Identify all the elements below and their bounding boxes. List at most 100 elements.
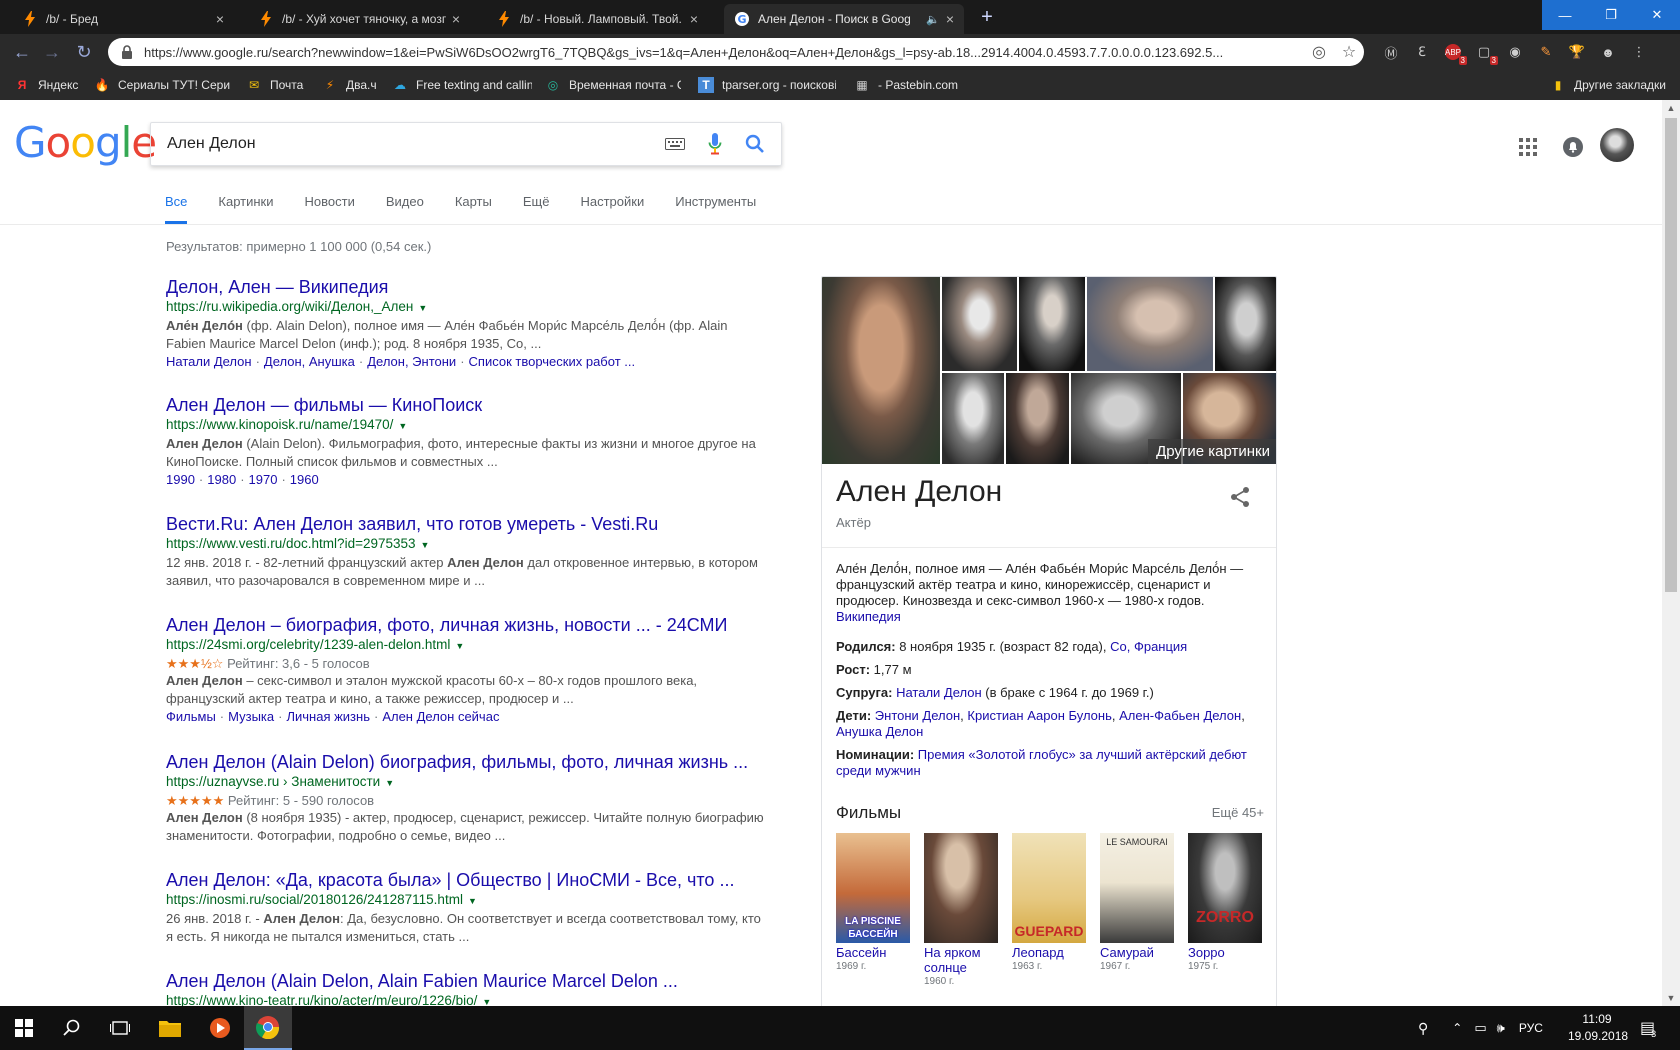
media-player-icon[interactable] <box>196 1006 244 1050</box>
page-scrollbar[interactable]: ▲ ▼ <box>1662 100 1680 1006</box>
sitelink[interactable]: Делон, Анушка <box>264 354 355 369</box>
result-title[interactable]: Ален Делон: «Да, красота была» | Обществ… <box>166 869 766 891</box>
dropdown-arrow-icon[interactable]: ▼ <box>482 997 491 1006</box>
scroll-up-arrow-icon[interactable]: ▲ <box>1662 100 1680 116</box>
result-title[interactable]: Ален Делон — фильмы — КиноПоиск <box>166 394 766 416</box>
tab-all[interactable]: Все <box>165 184 188 224</box>
account-avatar[interactable] <box>1600 128 1634 162</box>
film-poster[interactable]: LE SAMOURAI <box>1100 833 1174 943</box>
share-icon[interactable] <box>1229 486 1251 508</box>
tab-active[interactable]: G Ален Делон - Поиск в Goog 🔈 × <box>724 4 964 34</box>
sitelink[interactable]: Делон, Энтони <box>367 354 456 369</box>
keyboard-icon[interactable] <box>661 130 689 158</box>
network-icon[interactable]: ▭ <box>1474 1020 1486 1036</box>
sitelink[interactable]: Натали Делон <box>166 354 252 369</box>
extension-trophy-icon[interactable]: 🏆 <box>1566 42 1588 62</box>
bookmark-serials[interactable]: 🔥 Сериалы ТУТ! Сериа <box>94 76 230 94</box>
fact-link[interactable]: Энтони Делон <box>875 708 960 723</box>
tab-3[interactable]: /b/ - Новый. Ламповый. Твой. Б × <box>486 4 708 34</box>
search-input[interactable]: Ален Делон <box>151 135 661 153</box>
bookmark-mail[interactable]: ✉ Почта <box>246 76 316 94</box>
tab-2[interactable]: /b/ - Хуй хочет тяночку, а мозг × <box>248 4 470 34</box>
notifications-bell-icon[interactable] <box>1562 136 1584 158</box>
result-title[interactable]: Ален Делон (Alain Delon, Alain Fabien Ma… <box>166 970 766 992</box>
location-icon[interactable]: ◎ <box>1310 43 1328 61</box>
task-view-icon[interactable] <box>96 1006 144 1050</box>
google-logo[interactable]: Google <box>14 118 157 167</box>
url-text[interactable]: https://www.google.ru/search?newwindow=1… <box>144 45 1304 60</box>
tab-1[interactable]: /b/ - Бред × <box>12 4 234 34</box>
result-title[interactable]: Вести.Ru: Ален Делон заявил, что готов у… <box>166 513 766 535</box>
film-poster[interactable]: ZORRO <box>1188 833 1262 943</box>
apps-grid-icon[interactable] <box>1518 137 1538 157</box>
dropdown-arrow-icon[interactable]: ▼ <box>418 303 427 313</box>
extension-paint-icon[interactable]: ✎ <box>1535 42 1557 62</box>
film-poster[interactable]: LA PISCINE БАССЕЙН <box>836 833 910 943</box>
sitelink[interactable]: 1980 <box>207 472 236 487</box>
reload-icon[interactable]: ↻ <box>74 42 94 62</box>
film-name[interactable]: Зорро <box>1188 945 1262 960</box>
photo[interactable] <box>1215 277 1276 371</box>
chrome-icon[interactable] <box>244 1006 292 1050</box>
fact-link[interactable]: Натали Делон <box>896 685 982 700</box>
sitelink[interactable]: Личная жизнь <box>286 709 370 724</box>
notification-center[interactable]: ▤ 3 <box>1640 1006 1656 1050</box>
photo[interactable] <box>1087 277 1213 371</box>
tab-images[interactable]: Картинки <box>218 184 273 224</box>
windows-start-icon[interactable] <box>0 1006 48 1050</box>
photo[interactable] <box>942 277 1017 371</box>
scroll-down-arrow-icon[interactable]: ▼ <box>1662 990 1680 1006</box>
film-poster[interactable] <box>924 833 998 943</box>
film-card[interactable]: LA PISCINE БАССЕЙН Бассейн 1969 г. <box>836 833 910 973</box>
search-box[interactable]: Ален Делон <box>150 122 782 166</box>
result-title[interactable]: Делон, Ален — Википедия <box>166 276 766 298</box>
volume-icon[interactable]: 🕪 <box>1497 1020 1505 1036</box>
other-bookmarks[interactable]: ▮ Другие закладки <box>1550 76 1674 94</box>
fact-link[interactable]: Ален-Фабьен Делон <box>1119 708 1241 723</box>
dropdown-arrow-icon[interactable]: ▼ <box>421 540 430 550</box>
tab-videos[interactable]: Видео <box>386 184 424 224</box>
more-images-link[interactable]: Другие картинки <box>1148 439 1276 464</box>
extension-m-icon[interactable]: Ⓜ <box>1380 42 1402 62</box>
back-arrow-icon[interactable]: ← <box>12 42 32 62</box>
tab-news[interactable]: Новости <box>305 184 355 224</box>
close-icon[interactable]: × <box>690 11 698 27</box>
tab-maps[interactable]: Карты <box>455 184 492 224</box>
bookmark-free-texting[interactable]: ☁ Free texting and callin <box>392 76 532 94</box>
bookmark-dvach[interactable]: ⚡ Два.ч <box>322 76 388 94</box>
chevron-up-icon[interactable]: ⌃ <box>1452 1021 1462 1035</box>
dropdown-arrow-icon[interactable]: ▼ <box>468 896 477 906</box>
address-bar[interactable]: https://www.google.ru/search?newwindow=1… <box>108 38 1364 66</box>
sitelink[interactable]: 1990 <box>166 472 195 487</box>
clock[interactable]: 11:09 19.09.2018 <box>1568 1011 1628 1045</box>
extension-profile-icon[interactable]: ☻ <box>1597 42 1619 62</box>
forward-arrow-icon[interactable]: → <box>42 42 62 62</box>
dropdown-arrow-icon[interactable]: ▼ <box>455 641 464 651</box>
film-card[interactable]: На ярком солнце 1960 г. <box>924 833 998 988</box>
bookmark-pastebin[interactable]: ▦ - Pastebin.com <box>854 76 974 94</box>
film-name[interactable]: Леопард <box>1012 945 1086 960</box>
scrollbar-thumb[interactable] <box>1665 118 1677 592</box>
sitelink[interactable]: 1960 <box>290 472 319 487</box>
tab-settings[interactable]: Настройки <box>580 184 644 224</box>
photo-collage[interactable]: Другие картинки <box>822 277 1276 464</box>
dropdown-arrow-icon[interactable]: ▼ <box>398 421 407 431</box>
bookmark-temp-mail[interactable]: ◎ Временная почта - С <box>545 76 681 94</box>
result-title[interactable]: Ален Делон (Alain Delon) биография, филь… <box>166 751 766 773</box>
close-icon[interactable]: × <box>216 11 224 27</box>
fact-link[interactable]: Кристиан Аарон Булонь <box>967 708 1111 723</box>
film-card[interactable]: LE SAMOURAI Самурай 1967 г. <box>1100 833 1174 973</box>
extension-screen-icon[interactable]: ▢ 3 <box>1473 42 1498 65</box>
sitelink[interactable]: Музыка <box>228 709 274 724</box>
file-explorer-icon[interactable] <box>146 1006 194 1050</box>
result-title[interactable]: Ален Делон – биография, фото, личная жиз… <box>166 614 766 636</box>
dropdown-arrow-icon[interactable]: ▼ <box>385 778 394 788</box>
menu-icon[interactable]: ⋮ <box>1628 42 1650 62</box>
bookmark-tparser[interactable]: Ttparser.org - поискові <box>698 76 836 94</box>
extension-e-icon[interactable]: ℇ <box>1411 42 1433 62</box>
sitelink[interactable]: 1970 <box>249 472 278 487</box>
bookmark-yandex[interactable]: Я Яндекс <box>14 76 84 94</box>
search-icon[interactable] <box>48 1006 96 1050</box>
films-more-link[interactable]: Ещё 45+ <box>1212 805 1264 820</box>
close-window-button[interactable]: ✕ <box>1634 0 1680 30</box>
